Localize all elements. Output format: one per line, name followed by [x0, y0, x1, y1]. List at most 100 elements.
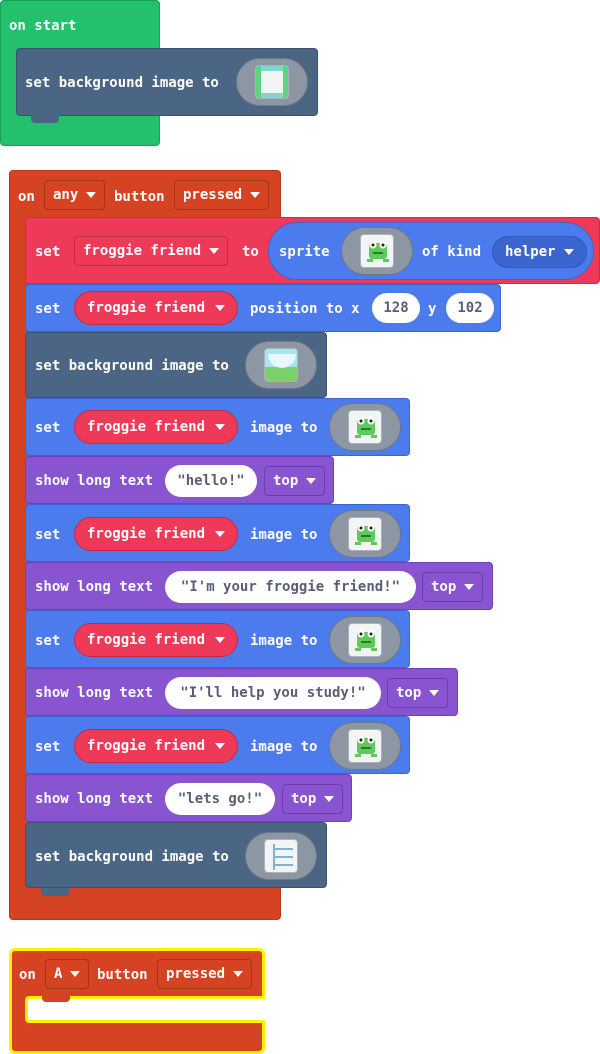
show-long-text-block[interactable]: show long text " lets go! " top — [25, 774, 352, 822]
block-notch — [42, 996, 70, 1002]
chevron-down-icon — [209, 248, 220, 254]
y-input[interactable]: 102 — [446, 293, 494, 323]
set-image-block[interactable]: set froggie friend image to — [25, 398, 410, 456]
variable-reporter[interactable]: froggie friend — [74, 729, 239, 763]
set-position-block[interactable]: set froggie friend position to x 128 y 1… — [25, 284, 501, 332]
image-to-label: image to — [250, 739, 318, 755]
chevron-down-icon — [215, 637, 226, 643]
chevron-down-icon — [86, 192, 97, 198]
set-background-block[interactable]: set background image to — [16, 48, 318, 116]
chevron-down-icon — [70, 971, 81, 977]
set-background-block[interactable]: set background image to — [25, 822, 327, 896]
position-dropdown[interactable]: top — [387, 678, 449, 708]
show-long-text-label: show long text — [35, 473, 154, 489]
on-start-block[interactable]: on start set background image to — [0, 0, 318, 146]
variable-name: froggie friend — [87, 632, 206, 648]
chevron-down-icon — [215, 305, 226, 311]
image-to-label: image to — [250, 420, 318, 436]
y-label: y — [428, 301, 437, 317]
set-label: set — [35, 633, 61, 649]
block-notch — [41, 888, 69, 896]
set-background-block[interactable]: set background image to — [25, 332, 327, 398]
position-dropdown[interactable]: top — [264, 466, 326, 496]
text-value: lets go! — [186, 791, 254, 807]
chevron-down-icon — [215, 424, 226, 430]
kind-dropdown[interactable]: helper — [492, 236, 587, 268]
show-long-text-label: show long text — [35, 685, 154, 701]
frog-sprite-icon — [348, 623, 382, 657]
image-to-label: image to — [250, 527, 318, 543]
chevron-down-icon — [306, 478, 317, 484]
show-long-text-block[interactable]: show long text " I'm your froggie friend!… — [25, 562, 493, 610]
variable-reporter[interactable]: froggie friend — [74, 291, 239, 325]
chevron-down-icon — [429, 690, 440, 696]
set-label: set — [35, 301, 61, 317]
variable-reporter[interactable]: froggie friend — [74, 517, 239, 551]
of-kind-label: of kind — [422, 244, 482, 260]
sprite-image-picker[interactable] — [329, 403, 401, 451]
frog-sprite-icon — [348, 410, 382, 444]
show-long-text-label: show long text — [35, 791, 154, 807]
button-dropdown[interactable]: any — [44, 180, 106, 210]
text-input[interactable]: " hello! " — [165, 465, 257, 497]
text-input[interactable]: " I'm your froggie friend! " — [165, 571, 416, 603]
variable-name: froggie friend — [87, 738, 206, 754]
event-dropdown[interactable]: pressed — [174, 180, 270, 210]
text-value: hello! — [185, 473, 237, 489]
variable-reporter[interactable]: froggie friend — [74, 410, 239, 444]
event-dropdown[interactable]: pressed — [157, 959, 253, 989]
on-label: on — [18, 189, 35, 205]
show-long-text-label: show long text — [35, 579, 154, 595]
frog-sprite-icon — [348, 517, 382, 551]
landscape-background-icon — [264, 348, 298, 382]
position-to-x-label: position to x — [250, 301, 360, 317]
background-image-picker[interactable] — [245, 832, 317, 880]
show-long-text-block[interactable]: show long text " hello! " top — [25, 456, 334, 504]
variable-reporter[interactable]: froggie friend — [74, 623, 239, 657]
set-image-block[interactable]: set froggie friend image to — [25, 504, 410, 562]
set-background-label: set background image to — [35, 849, 229, 865]
block-notch — [31, 115, 59, 123]
set-label: set — [35, 244, 61, 260]
text-input[interactable]: " I'll help you study! " — [165, 677, 381, 709]
on-label: on — [19, 967, 36, 983]
on-a-button-pressed-block[interactable]: on A button pressed — [9, 948, 265, 1054]
position-value: top — [431, 579, 457, 595]
set-image-block[interactable]: set froggie friend image to — [25, 610, 410, 668]
variable-name: froggie friend — [87, 526, 206, 542]
button-dropdown-value: A — [54, 966, 63, 982]
chevron-down-icon — [215, 531, 226, 537]
button-label: button — [97, 967, 148, 983]
set-label: set — [35, 739, 61, 755]
sprite-image-picker[interactable] — [329, 616, 401, 664]
position-dropdown[interactable]: top — [422, 572, 484, 602]
sprite-image-picker[interactable] — [329, 722, 401, 770]
button-dropdown[interactable]: A — [45, 959, 90, 989]
text-value: I'll help you study! — [188, 685, 358, 701]
position-value: top — [291, 791, 317, 807]
set-background-label: set background image to — [35, 358, 229, 374]
sprite-image-picker[interactable] — [329, 510, 401, 558]
event-dropdown-value: pressed — [166, 966, 226, 982]
kind-value: helper — [505, 244, 556, 260]
menu-background-icon — [264, 839, 298, 873]
text-input[interactable]: " lets go! " — [165, 783, 275, 815]
set-background-label: set background image to — [25, 75, 219, 91]
set-image-block[interactable]: set froggie friend image to — [25, 716, 410, 774]
create-sprite-block[interactable]: set froggie friend to sprite of kind hel… — [25, 217, 600, 284]
button-label: button — [114, 189, 165, 205]
sprite-image-picker[interactable] — [341, 227, 413, 275]
position-dropdown[interactable]: top — [282, 784, 344, 814]
position-value: top — [396, 685, 422, 701]
chevron-down-icon — [464, 584, 475, 590]
show-long-text-block[interactable]: show long text " I'll help you study! " to… — [25, 668, 458, 716]
position-value: top — [273, 473, 299, 489]
sprite-reporter[interactable]: sprite of kind helper — [268, 222, 594, 280]
background-image-picker[interactable] — [245, 341, 317, 389]
variable-dropdown[interactable]: froggie friend — [74, 236, 229, 266]
sprite-label: sprite — [279, 244, 330, 260]
x-input[interactable]: 128 — [372, 293, 420, 323]
tilemap-border-icon — [255, 65, 289, 99]
background-image-picker[interactable] — [236, 58, 308, 106]
chevron-down-icon — [250, 192, 261, 198]
